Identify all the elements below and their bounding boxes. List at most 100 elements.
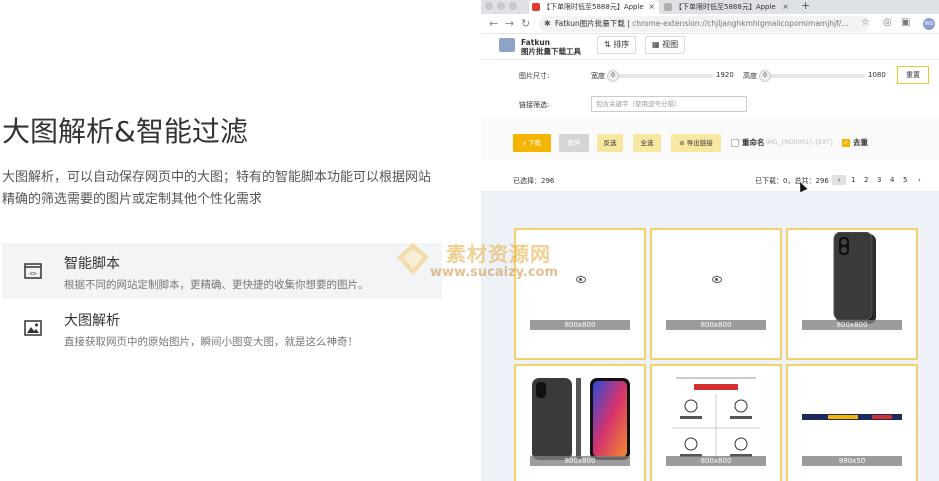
brand-name: Fatkun [521,38,550,47]
site-name: Fatkun图片批量下载 [555,19,625,28]
height-slider[interactable]: 0 [759,70,865,82]
tab-title: 【下单限时低至5888元】Apple [543,3,644,11]
rename-pattern[interactable]: IMG_{NO0001}.{EXT} [766,139,834,146]
eye-icon[interactable] [576,276,586,283]
image-card[interactable]: 800x800 [514,364,646,481]
link-filter-input[interactable]: 包含关键字（使用逗号分隔） [591,96,747,112]
selected-count: 已选择：296 [513,177,555,185]
next-page-button[interactable]: › [918,176,921,184]
tab-title: 【下单限时低至5888元】Apple [675,3,776,11]
watermark-logo-icon [397,243,429,275]
select-all-button[interactable]: 全选 [633,134,661,152]
close-dot[interactable] [485,2,493,10]
size-label: 图片尺寸: [519,72,550,80]
feature-name: 智能脚本 [64,256,120,272]
image-size: 800x800 [530,320,630,330]
close-icon[interactable]: × [648,0,655,14]
puzzle-icon: ✱ [544,19,551,28]
page-2[interactable]: 2 [864,176,868,184]
rename-checkbox[interactable] [731,139,739,147]
dedupe-checkbox[interactable]: ✓ [842,139,850,147]
view-button[interactable]: ▦ 视图 [645,36,686,54]
width-max: 1920 [716,71,734,79]
download-progress: 已下载：0，总共：296 [755,177,829,185]
filter-label: 链接筛选: [519,101,550,109]
extension-icon[interactable]: ◎ [883,17,892,28]
status-bar: 已选择：296 已下载：0，总共：296 ‹ 1 2 3 4 5 › [481,170,939,192]
image-size: 800x800 [666,456,766,466]
image-card[interactable]: 800x800 [786,228,918,360]
fatkun-logo-icon [499,38,515,52]
feature-desc: 根据不同的网站定制脚本，更精确、更快捷的收集你想要的图片。 [64,279,369,291]
page: 大图解析&智能过滤 大图解析，可以自动保存网页中的大图；特有的智能脚本功能可以根… [0,0,939,481]
image-card[interactable]: 800x800 [650,364,782,481]
height-slider-thumb[interactable]: 0 [759,70,771,82]
brand-subtitle: 图片批量下载工具 [521,47,581,56]
watermark-url: www.sucaizy.com [430,265,559,280]
image-icon [24,320,42,336]
watermark-text: 素材资源网 [446,242,551,266]
forward-arrow-icon[interactable]: → [505,17,514,30]
tab-strip: 【下单限时低至5888元】Apple × 【下单限时低至5888元】Apple … [481,0,939,14]
infographic-image [666,372,766,468]
image-size: 990x50 [802,456,902,466]
action-bar: ⤓ 下载 暂停 反选 全选 ⊘ 导出链接 重命名 IMG_{NO0001}.{E… [481,118,939,160]
minimize-dot[interactable] [497,2,505,10]
reload-icon[interactable]: ↻ [521,17,530,30]
link-icon: ⊘ [679,139,687,147]
page-3[interactable]: 3 [877,176,881,184]
page-1[interactable]: 1 [851,176,855,184]
extension-header: Fatkun 图片批量下载工具 ⇅ 排序 ▦ 视图 [481,34,939,60]
maximize-dot[interactable] [509,2,517,10]
pause-button[interactable]: 暂停 [559,134,589,152]
cast-icon[interactable]: ▣ [901,17,910,28]
tmall-favicon-icon [532,3,540,11]
height-max: 1080 [868,71,886,79]
prev-page-button[interactable]: ‹ [832,175,846,185]
width-slider[interactable]: 0 [607,70,713,82]
image-size: 800x800 [666,320,766,330]
reset-button[interactable]: 重置 [897,66,929,84]
image-size: 800x800 [802,320,902,330]
height-label: 高度 [743,72,757,80]
back-arrow-icon[interactable]: ← [489,17,498,30]
rename-label: 重命名 [742,138,765,147]
image-card[interactable]: 800x800 [650,228,782,360]
tab-1[interactable]: 【下单限时低至5888元】Apple × [529,0,659,14]
invert-button[interactable]: 反选 [597,134,623,152]
svg-text:<>: <> [29,271,37,278]
sort-icon: ⇅ [604,40,614,49]
dedupe-label: 去重 [853,138,868,147]
phones-image [532,378,630,460]
feature-smart-script[interactable]: <> 智能脚本 根据不同的网站定制脚本，更精确、更快捷的收集你想要的图片。 [2,243,442,299]
code-window-icon: <> [24,263,42,279]
page-5[interactable]: 5 [903,176,907,184]
image-card[interactable]: 990x50 [786,364,918,481]
image-size: 800x800 [530,456,630,466]
address-bar[interactable]: ✱ Fatkun图片批量下载 | chrome-extension://chjl… [539,16,869,32]
feature-desc: 直接获取网页中的原始图片，瞬间小图变大图，就是这么神奇！ [64,336,358,348]
feature-image-parse[interactable]: 大图解析 直接获取网页中的原始图片，瞬间小图变大图，就是这么神奇！ [2,300,442,356]
download-button[interactable]: ⤓ 下载 [513,134,551,152]
star-icon[interactable]: ☆ [861,17,870,28]
close-icon[interactable]: × [782,0,789,14]
width-label: 宽度 [591,72,605,80]
profile-avatar[interactable]: WG [923,18,935,30]
tab-2[interactable]: 【下单限时低至5888元】Apple × [661,0,793,14]
width-slider-thumb[interactable]: 0 [607,70,619,82]
brand: Fatkun 图片批量下载工具 [521,38,581,56]
grid-icon: ▦ [652,40,663,49]
hero-description: 大图解析，可以自动保存网页中的大图；特有的智能脚本功能可以根据网站精确的筛选需要… [2,170,432,207]
sort-button[interactable]: ⇅ 排序 [597,36,637,54]
hero-title: 大图解析&智能过滤 [2,115,248,148]
new-tab-button[interactable]: + [801,0,810,12]
page-4[interactable]: 4 [890,176,894,184]
image-grid: 800x800 800x800 800x800 800x800 800x800 … [481,192,939,481]
browser-toolbar: ← → ↻ ✱ Fatkun图片批量下载 | chrome-extension:… [481,14,939,34]
image-favicon-icon [664,3,672,11]
url-text: chrome-extension://chjljanghkmhlgmaiicop… [632,19,849,28]
eye-icon[interactable] [712,276,722,283]
feature-name: 大图解析 [64,313,120,329]
export-links-button[interactable]: ⊘ 导出链接 [671,134,721,152]
banner-image [802,414,902,420]
